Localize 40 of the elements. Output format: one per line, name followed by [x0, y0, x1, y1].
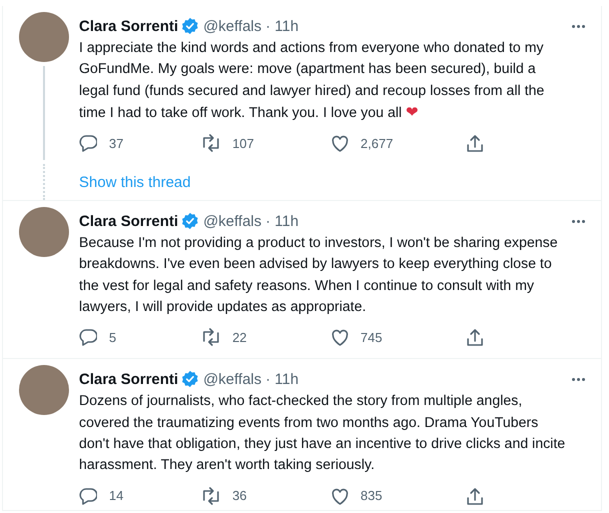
share-icon[interactable] [466, 486, 484, 505]
share-icon[interactable] [466, 134, 484, 152]
reply-count: 14 [109, 488, 124, 504]
share-icon[interactable] [466, 328, 484, 346]
reply-icon[interactable] [79, 328, 97, 346]
retweet-count: 22 [232, 330, 247, 345]
tweet-text: Because I'm not providing a product to investors, I won't be sharing expense breakdowns. I've even been advised by lawyers to keep everything close to the vest for legal and safety reasons. When I continue to consult with my lawyers, I will provide updates as appropriate. [79, 234, 559, 318]
reply-count: 37 [109, 136, 124, 151]
author-handle[interactable]: @keffals [203, 18, 262, 34]
like-icon[interactable] [330, 328, 349, 346]
timestamp[interactable]: · 11h [266, 212, 299, 230]
reply-count: 5 [109, 330, 116, 345]
like-count: 745 [360, 330, 382, 345]
reply-icon[interactable] [79, 486, 97, 505]
more-icon[interactable] [572, 378, 585, 381]
timestamp[interactable]: · 11h [266, 18, 299, 34]
like-icon[interactable] [330, 486, 349, 505]
heart-emoji: ❤ [406, 102, 418, 121]
retweet-count: 36 [232, 488, 247, 504]
tweet-text: Dozens of journalists, who fact-checked the story from multiple angles, covered the traumatizing events from two months ago. Drama YouTubers don't have that obligation, they just have an incentive to drive clicks and incite harassment. They aren't worth taking seriously. [79, 392, 566, 476]
like-count: 835 [360, 488, 382, 504]
more-icon[interactable] [572, 220, 585, 223]
reply-icon[interactable] [79, 134, 97, 152]
retweet-icon[interactable] [202, 486, 220, 505]
like-count: 2,677 [360, 136, 394, 151]
author-name[interactable]: Clara Sorrenti [79, 370, 178, 388]
author-name[interactable]: Clara Sorrenti [79, 212, 178, 230]
like-icon[interactable] [330, 134, 349, 152]
more-icon[interactable] [572, 24, 585, 28]
retweet-count: 107 [232, 136, 254, 151]
author-handle[interactable]: @keffals [203, 370, 262, 388]
author-name[interactable]: Clara Sorrenti [79, 18, 178, 34]
tweet-text: I appreciate the kind words and actions from everyone who donated to my GoFundMe. My goals were: move (apartment has been secured), build a legal fund (funds secured and lawyer hired) and recoup losses from all the time I had to take off work. Thank you. I love you all ❤ [79, 39, 546, 123]
avatar[interactable] [19, 207, 69, 258]
author-handle[interactable]: @keffals [203, 212, 262, 230]
avatar[interactable] [19, 365, 69, 416]
retweet-icon[interactable] [202, 328, 220, 346]
avatar[interactable] [19, 12, 69, 62]
timestamp[interactable]: · 11h [266, 370, 299, 388]
retweet-icon[interactable] [202, 134, 220, 152]
